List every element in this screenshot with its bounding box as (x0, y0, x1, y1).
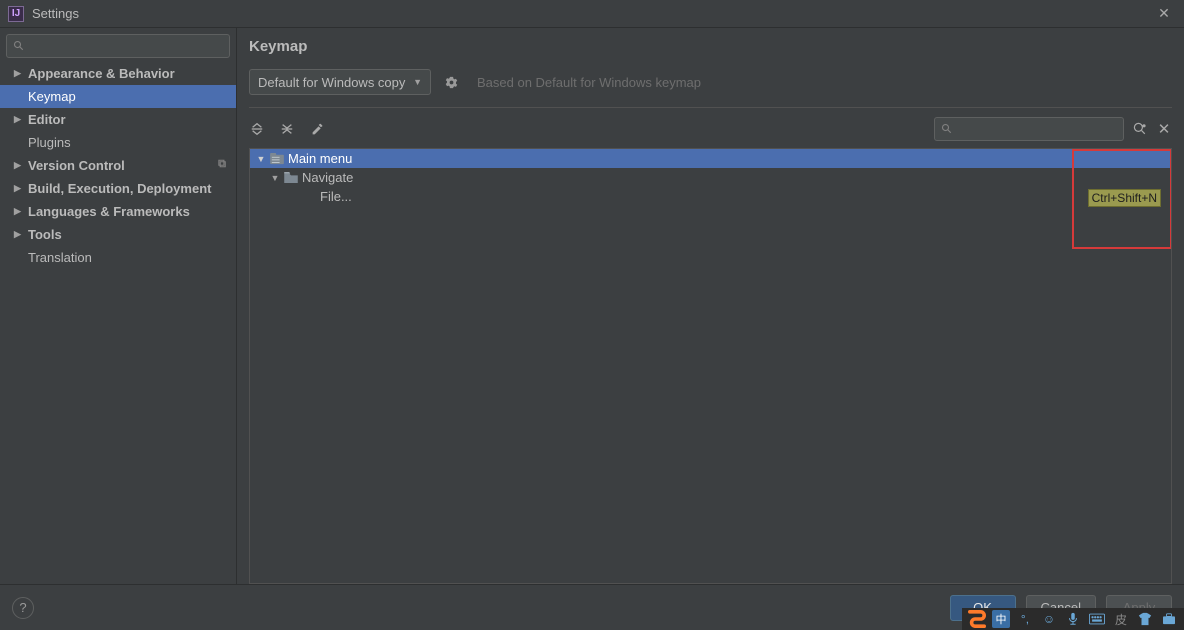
sidebar-item-build[interactable]: ▶ Build, Execution, Deployment (0, 177, 236, 200)
sidebar-item-label: Editor (28, 112, 66, 127)
ime-voice-icon[interactable] (1064, 610, 1082, 628)
window-title: Settings (32, 6, 79, 21)
ime-emoji-icon[interactable]: ☺ (1040, 610, 1058, 628)
sidebar-item-label: Translation (28, 250, 92, 265)
sidebar-item-appearance[interactable]: ▶ Appearance & Behavior (0, 62, 236, 85)
folder-icon (284, 172, 298, 183)
tree-row-file[interactable]: File... (250, 187, 1171, 206)
chevron-down-icon: ▼ (256, 154, 266, 164)
sogou-ime-icon[interactable] (968, 610, 986, 628)
chevron-right-icon: ▶ (14, 206, 22, 217)
keymap-scheme-row: Default for Windows copy ▼ Based on Defa… (249, 69, 1172, 95)
actions-tree[interactable]: ▼ Main menu ▼ Navigate File... Ctrl+Shif… (249, 148, 1172, 584)
chevron-right-icon: ▶ (14, 183, 22, 194)
sidebar-item-keymap[interactable]: Keymap (0, 85, 236, 108)
collapse-all-icon[interactable] (279, 121, 295, 137)
shortcut-badge: Ctrl+Shift+N (1088, 189, 1161, 207)
sidebar-item-label: Plugins (28, 135, 71, 150)
action-search-input[interactable] (934, 117, 1124, 141)
edit-shortcut-icon[interactable] (309, 121, 325, 137)
ime-tray-bar: 中 °, ☺ 皮 (962, 608, 1184, 630)
keymap-settings-gear-button[interactable] (441, 72, 461, 92)
sidebar-item-label: Appearance & Behavior (28, 66, 175, 81)
sidebar-item-version-control[interactable]: ▶ Version Control ⧉ (0, 154, 236, 177)
ime-keyboard-icon[interactable] (1088, 610, 1106, 628)
tree-row-main-menu[interactable]: ▼ Main menu (250, 149, 1171, 168)
sidebar-item-tools[interactable]: ▶ Tools (0, 223, 236, 246)
expand-all-icon[interactable] (249, 121, 265, 137)
ime-punct-icon[interactable]: °, (1016, 610, 1034, 628)
keymap-toolbar: ✕ (249, 114, 1172, 144)
sidebar-item-editor[interactable]: ▶ Editor (0, 108, 236, 131)
settings-sidebar: ▶ Appearance & Behavior Keymap ▶ Editor … (0, 28, 237, 584)
app-logo-icon: IJ (8, 6, 24, 22)
project-scope-icon: ⧉ (218, 158, 226, 171)
sidebar-item-label: Version Control (28, 158, 125, 173)
chevron-down-icon: ▼ (413, 77, 422, 87)
chevron-right-icon: ▶ (14, 160, 22, 171)
sidebar-item-label: Keymap (28, 89, 76, 104)
clear-search-icon[interactable]: ✕ (1156, 121, 1172, 137)
main-panel: Keymap Default for Windows copy ▼ Based … (237, 28, 1184, 584)
keymap-scheme-value: Default for Windows copy (258, 75, 405, 90)
tree-row-label: Navigate (302, 170, 353, 185)
sidebar-item-languages[interactable]: ▶ Languages & Frameworks (0, 200, 236, 223)
ime-lang-label: 中 (996, 611, 1007, 627)
sidebar-item-label: Languages & Frameworks (28, 204, 190, 219)
ime-toolbox-icon[interactable] (1160, 610, 1178, 628)
chevron-right-icon: ▶ (14, 68, 22, 79)
ime-shirt-icon[interactable] (1136, 610, 1154, 628)
divider (249, 107, 1172, 108)
ime-lang-indicator[interactable]: 中 (992, 610, 1010, 628)
sidebar-item-plugins[interactable]: Plugins (0, 131, 236, 154)
tree-row-label: Main menu (288, 151, 352, 166)
page-title: Keymap (249, 38, 1172, 55)
titlebar: IJ Settings ✕ (0, 0, 1184, 28)
sidebar-search-input[interactable] (6, 34, 230, 58)
help-button[interactable]: ? (12, 597, 34, 619)
sidebar-item-label: Tools (28, 227, 62, 242)
tree-row-label: File... (320, 189, 352, 204)
sidebar-item-translation[interactable]: Translation (0, 246, 236, 269)
ime-skin-icon[interactable]: 皮 (1112, 610, 1130, 628)
sidebar-item-label: Build, Execution, Deployment (28, 181, 211, 196)
menu-folder-icon (270, 153, 284, 165)
based-on-label: Based on Default for Windows keymap (477, 75, 701, 90)
find-by-shortcut-icon[interactable] (1132, 121, 1148, 137)
keymap-scheme-dropdown[interactable]: Default for Windows copy ▼ (249, 69, 431, 95)
chevron-down-icon: ▼ (270, 173, 280, 183)
chevron-right-icon: ▶ (14, 229, 22, 240)
window-close-button[interactable]: ✕ (1152, 2, 1176, 26)
tree-row-navigate[interactable]: ▼ Navigate (250, 168, 1171, 187)
chevron-right-icon: ▶ (14, 114, 22, 125)
